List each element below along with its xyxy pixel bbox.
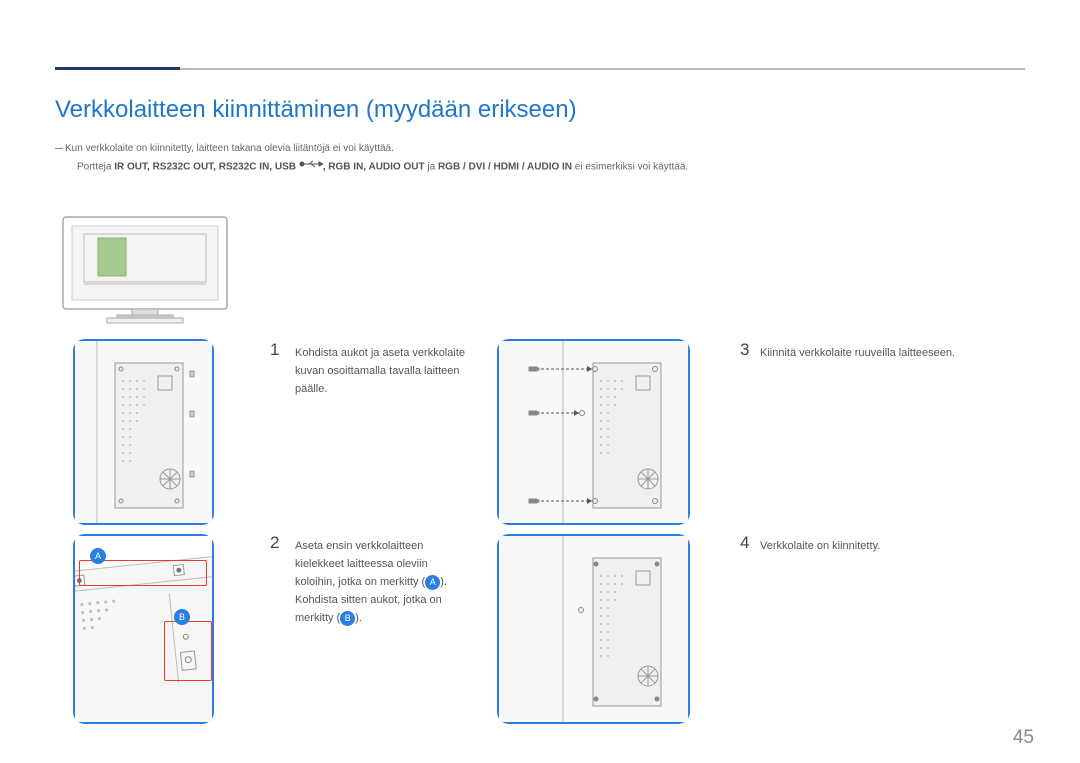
step-2-diagram: A B xyxy=(73,534,214,724)
step-4-number: 4 xyxy=(740,533,749,553)
header-accent xyxy=(55,67,180,70)
inline-label-b: B xyxy=(340,611,355,626)
label-b-badge: B xyxy=(174,609,190,625)
page-title: Verkkolaitteen kiinnittäminen (myydään e… xyxy=(55,96,577,124)
step-1-diagram xyxy=(73,339,214,525)
step-4-text: Verkkolaite on kiinnitetty. xyxy=(760,537,960,555)
step-3-number: 3 xyxy=(740,340,749,360)
step-1-text: Kohdista aukot ja aseta verkkolaite kuva… xyxy=(295,344,470,398)
step-3-diagram xyxy=(497,339,690,525)
inline-label-a: A xyxy=(425,575,440,590)
label-a-badge: A xyxy=(90,548,106,564)
step-2-text: Aseta ensin verkkolaitteen kielekkeet la… xyxy=(295,537,470,627)
page-number: 45 xyxy=(1013,727,1034,749)
note-line-2: Portteja IR OUT, RS232C OUT, RS232C IN, … xyxy=(77,159,688,176)
step-2-number: 2 xyxy=(270,533,279,553)
monitor-overview-diagram xyxy=(62,216,228,328)
note-block: Kun verkkolaite on kiinnitetty, laitteen… xyxy=(55,141,688,176)
highlight-box-b xyxy=(164,621,212,681)
step-1-number: 1 xyxy=(270,340,279,360)
usb-icon xyxy=(299,159,323,175)
note-line-1: Kun verkkolaite on kiinnitetty, laitteen… xyxy=(55,141,688,157)
header-divider xyxy=(55,68,1025,70)
step-4-diagram xyxy=(497,534,690,724)
step-3-text: Kiinnitä verkkolaite ruuveilla laitteese… xyxy=(760,344,1000,362)
